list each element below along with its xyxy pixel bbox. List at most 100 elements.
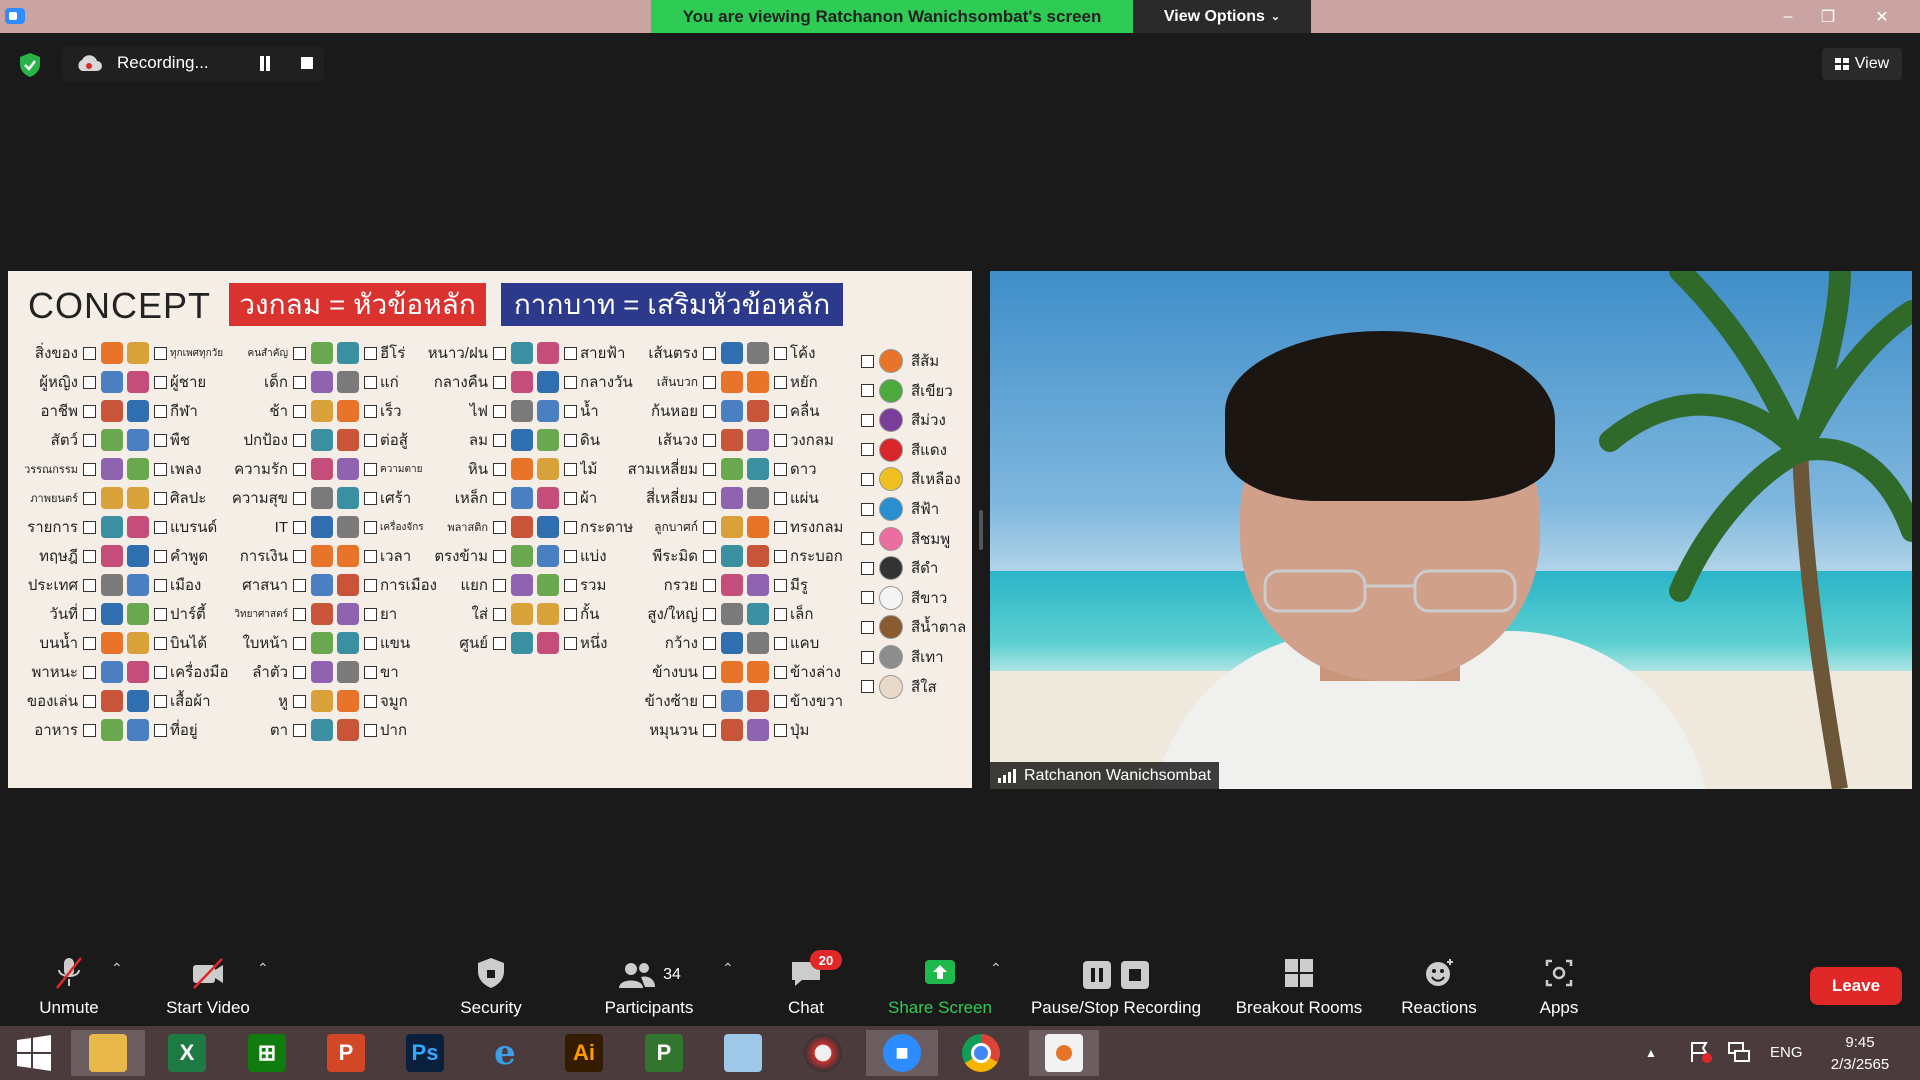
concept-checkbox[interactable] bbox=[564, 375, 577, 389]
concept-checkbox[interactable] bbox=[564, 462, 577, 476]
windows-start-button[interactable] bbox=[2, 1030, 66, 1076]
concept-checkbox[interactable] bbox=[364, 375, 377, 389]
concept-checkbox[interactable] bbox=[154, 346, 167, 360]
minimize-button[interactable]: – bbox=[1768, 0, 1808, 33]
concept-checkbox[interactable] bbox=[703, 520, 716, 534]
panel-resize-handle[interactable] bbox=[979, 510, 983, 550]
concept-checkbox[interactable] bbox=[154, 491, 167, 505]
concept-checkbox[interactable] bbox=[364, 346, 377, 360]
concept-checkbox[interactable] bbox=[564, 549, 577, 563]
concept-checkbox[interactable] bbox=[293, 694, 306, 708]
powerpoint-taskbar[interactable]: P bbox=[314, 1030, 378, 1076]
project-taskbar[interactable]: P bbox=[632, 1030, 696, 1076]
restore-button[interactable]: ❐ bbox=[1808, 0, 1848, 33]
internet-explorer-taskbar[interactable]: e bbox=[473, 1030, 537, 1076]
concept-checkbox[interactable] bbox=[774, 578, 787, 592]
concept-checkbox[interactable] bbox=[154, 404, 167, 418]
concept-checkbox[interactable] bbox=[293, 404, 306, 418]
concept-checkbox[interactable] bbox=[493, 404, 506, 418]
color-checkbox[interactable] bbox=[861, 680, 874, 694]
concept-checkbox[interactable] bbox=[774, 694, 787, 708]
concept-checkbox[interactable] bbox=[703, 607, 716, 621]
action-center-flag-icon[interactable] bbox=[1688, 1040, 1714, 1064]
color-checkbox[interactable] bbox=[861, 443, 874, 457]
concept-checkbox[interactable] bbox=[493, 491, 506, 505]
excel-taskbar[interactable]: X bbox=[155, 1030, 219, 1076]
concept-checkbox[interactable] bbox=[703, 665, 716, 679]
concept-checkbox[interactable] bbox=[154, 578, 167, 592]
concept-checkbox[interactable] bbox=[364, 578, 377, 592]
store-taskbar[interactable]: ⊞ bbox=[235, 1030, 299, 1076]
pause-stop-recording-button[interactable]: Pause/Stop Recording bbox=[1020, 946, 1212, 1026]
concept-checkbox[interactable] bbox=[774, 520, 787, 534]
concept-checkbox[interactable] bbox=[703, 491, 716, 505]
concept-checkbox[interactable] bbox=[293, 607, 306, 621]
concept-checkbox[interactable] bbox=[83, 433, 96, 447]
concept-checkbox[interactable] bbox=[364, 520, 377, 534]
concept-checkbox[interactable] bbox=[154, 462, 167, 476]
close-button[interactable]: ✕ bbox=[1862, 0, 1902, 33]
concept-checkbox[interactable] bbox=[364, 462, 377, 476]
photoshop-taskbar[interactable]: Ps bbox=[393, 1030, 457, 1076]
concept-checkbox[interactable] bbox=[703, 404, 716, 418]
unmute-button[interactable]: Unmute bbox=[22, 946, 116, 1026]
concept-checkbox[interactable] bbox=[564, 607, 577, 621]
stop-recording-button[interactable] bbox=[301, 57, 313, 69]
shared-screen[interactable]: CONCEPT วงกลม = หัวข้อหลัก กากบาท = เสริ… bbox=[8, 271, 972, 788]
concept-checkbox[interactable] bbox=[83, 723, 96, 737]
concept-checkbox[interactable] bbox=[154, 723, 167, 737]
zoom-taskbar[interactable]: ■ bbox=[866, 1030, 938, 1076]
concept-checkbox[interactable] bbox=[83, 346, 96, 360]
input-language[interactable]: ENG bbox=[1770, 1044, 1803, 1061]
concept-checkbox[interactable] bbox=[774, 636, 787, 650]
share-screen-button[interactable]: Share Screen bbox=[880, 946, 1000, 1026]
concept-checkbox[interactable] bbox=[364, 636, 377, 650]
concept-checkbox[interactable] bbox=[83, 607, 96, 621]
color-checkbox[interactable] bbox=[861, 502, 874, 516]
color-checkbox[interactable] bbox=[861, 532, 874, 546]
concept-checkbox[interactable] bbox=[774, 723, 787, 737]
audio-options-chevron-icon[interactable]: ⌃ bbox=[111, 960, 123, 977]
concept-checkbox[interactable] bbox=[154, 433, 167, 447]
concept-checkbox[interactable] bbox=[293, 346, 306, 360]
color-checkbox[interactable] bbox=[861, 472, 874, 486]
color-checkbox[interactable] bbox=[861, 384, 874, 398]
concept-checkbox[interactable] bbox=[493, 607, 506, 621]
participants-button[interactable]: 34 Participants bbox=[596, 946, 702, 1026]
concept-checkbox[interactable] bbox=[774, 549, 787, 563]
concept-checkbox[interactable] bbox=[493, 346, 506, 360]
concept-checkbox[interactable] bbox=[703, 723, 716, 737]
concept-checkbox[interactable] bbox=[293, 549, 306, 563]
concept-checkbox[interactable] bbox=[154, 636, 167, 650]
concept-checkbox[interactable] bbox=[83, 549, 96, 563]
concept-checkbox[interactable] bbox=[774, 433, 787, 447]
participants-options-chevron-icon[interactable]: ⌃ bbox=[722, 960, 734, 977]
concept-checkbox[interactable] bbox=[83, 636, 96, 650]
concept-checkbox[interactable] bbox=[364, 607, 377, 621]
concept-checkbox[interactable] bbox=[703, 636, 716, 650]
concept-checkbox[interactable] bbox=[703, 375, 716, 389]
concept-checkbox[interactable] bbox=[83, 404, 96, 418]
color-checkbox[interactable] bbox=[861, 561, 874, 575]
concept-checkbox[interactable] bbox=[774, 607, 787, 621]
view-layout-button[interactable]: View bbox=[1822, 48, 1902, 80]
show-hidden-icons-chevron-icon[interactable]: ▲ bbox=[1645, 1046, 1657, 1060]
pause-recording-button[interactable] bbox=[258, 56, 272, 71]
concept-checkbox[interactable] bbox=[493, 578, 506, 592]
color-checkbox[interactable] bbox=[861, 354, 874, 368]
concept-checkbox[interactable] bbox=[493, 520, 506, 534]
concept-checkbox[interactable] bbox=[703, 578, 716, 592]
photoscape-taskbar[interactable] bbox=[791, 1030, 855, 1076]
concept-checkbox[interactable] bbox=[83, 520, 96, 534]
security-button[interactable]: Security bbox=[446, 946, 536, 1026]
concept-checkbox[interactable] bbox=[364, 491, 377, 505]
concept-checkbox[interactable] bbox=[293, 520, 306, 534]
concept-checkbox[interactable] bbox=[154, 520, 167, 534]
chrome-taskbar[interactable] bbox=[949, 1030, 1013, 1076]
concept-checkbox[interactable] bbox=[564, 491, 577, 505]
file-explorer-taskbar[interactable] bbox=[71, 1030, 145, 1076]
view-options-button[interactable]: View Options ⌄ bbox=[1133, 0, 1311, 33]
concept-checkbox[interactable] bbox=[493, 462, 506, 476]
concept-checkbox[interactable] bbox=[564, 346, 577, 360]
concept-checkbox[interactable] bbox=[564, 520, 577, 534]
